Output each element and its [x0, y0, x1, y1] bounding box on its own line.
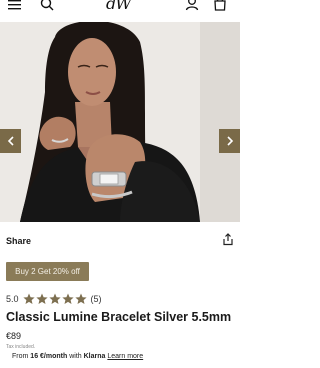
- chevron-right-icon: [226, 136, 233, 146]
- klarna-financing: From 16 €/month with Klarna Learn more: [12, 353, 143, 360]
- rating-count[interactable]: (5): [91, 294, 102, 304]
- klarna-learn-more-link[interactable]: Learn more: [107, 353, 143, 360]
- product-model-image: [0, 22, 240, 222]
- klarna-prefix: From: [12, 353, 29, 360]
- star-icon: [61, 293, 74, 304]
- promo-badge[interactable]: Buy 2 Get 20% off: [6, 262, 89, 281]
- user-icon[interactable]: [185, 0, 199, 11]
- share-label[interactable]: Share: [6, 236, 31, 246]
- star-icons: [22, 293, 87, 304]
- star-icon: [48, 293, 61, 304]
- gallery-next-button[interactable]: [219, 129, 240, 153]
- search-icon[interactable]: [40, 0, 54, 11]
- product-price: €89: [6, 331, 22, 341]
- klarna-with: with: [69, 353, 82, 360]
- share-icon[interactable]: [222, 233, 234, 246]
- star-icon: [35, 293, 48, 304]
- rating-stars: [22, 293, 87, 305]
- shopping-bag-icon[interactable]: [213, 0, 227, 11]
- chevron-left-icon: [7, 136, 14, 146]
- site-header: dW: [0, 0, 240, 22]
- hamburger-menu-icon[interactable]: [8, 0, 22, 12]
- product-image-gallery[interactable]: [0, 22, 240, 222]
- star-icon: [22, 293, 35, 304]
- rating-value: 5.0: [6, 294, 19, 304]
- product-title: Classic Lumine Bracelet Silver 5.5mm: [6, 310, 232, 324]
- klarna-amount: 16 €/month: [30, 353, 68, 360]
- star-icon: [74, 293, 87, 304]
- product-rating[interactable]: 5.0 (5): [6, 292, 102, 306]
- brand-logo[interactable]: dW: [106, 0, 132, 13]
- gallery-prev-button[interactable]: [0, 129, 21, 153]
- tax-note: Tax included.: [6, 344, 36, 350]
- klarna-logo: Klarna: [83, 353, 106, 360]
